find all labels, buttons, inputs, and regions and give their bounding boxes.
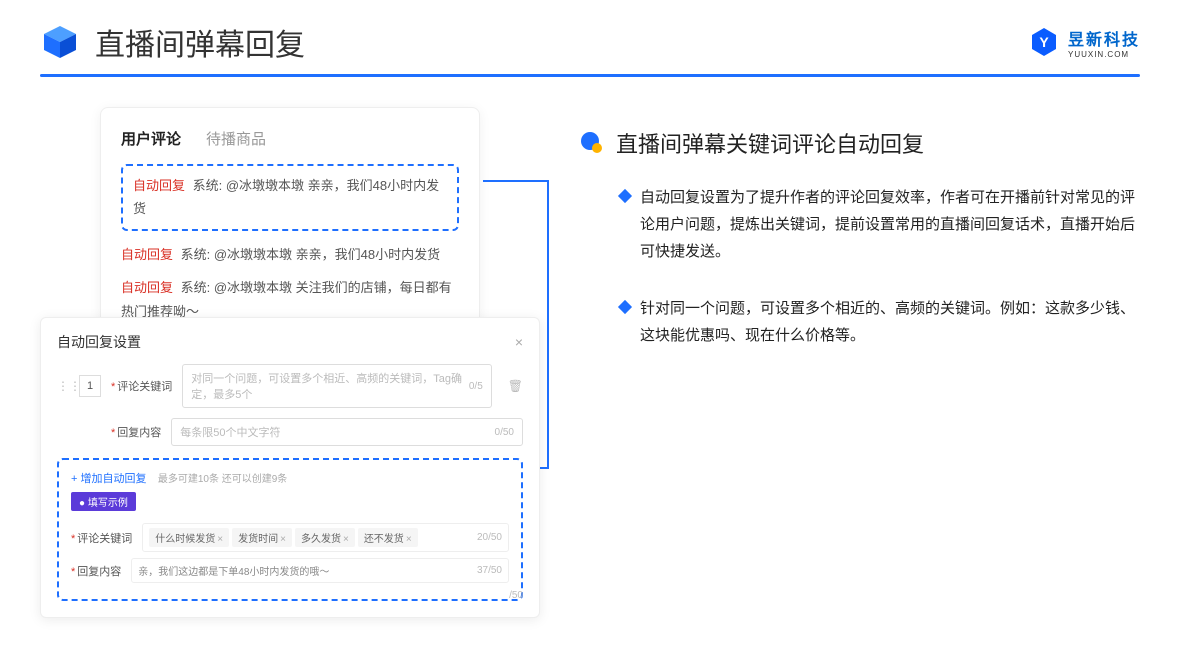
header-left: 直播间弹幕回复 — [40, 20, 305, 64]
auto-reply-badge: 自动回复 — [133, 178, 185, 193]
row-number: 1 — [79, 375, 101, 397]
add-row: + 增加自动回复 最多可建10条 还可以创建9条 — [71, 470, 509, 486]
comment-item: 自动回复 系统: @冰墩墩本墩 关注我们的店铺，每日都有热门推荐呦～ — [121, 276, 459, 323]
settings-title: 自动回复设置 — [57, 332, 141, 352]
drag-handle-icon[interactable]: ⋮⋮ — [57, 379, 69, 393]
ex-content-label: *回复内容 — [71, 563, 121, 579]
bullet-text: 自动回复设置为了提升作者的评论回复效率，作者可在开播前针对常见的评论用户问题，提… — [640, 184, 1140, 265]
tabs: 用户评论 待播商品 — [121, 128, 459, 149]
content-label: *回复内容 — [111, 424, 161, 440]
bullet-text: 针对同一个问题，可设置多个相近的、高频的关键词。例如：这款多少钱、这块能优惠吗、… — [640, 295, 1140, 349]
comment-item: 自动回复 系统: @冰墩墩本墩 亲亲，我们48小时内发货 — [121, 243, 459, 266]
tab-pending-products[interactable]: 待播商品 — [206, 128, 266, 149]
chat-dot-icon — [580, 131, 604, 155]
bullet-1: 自动回复设置为了提升作者的评论回复效率，作者可在开播前针对常见的评论用户问题，提… — [580, 184, 1140, 265]
auto-reply-badge: 自动回复 — [121, 280, 173, 295]
content-row: *回复内容 每条限50个中文字符 0/50 — [57, 418, 523, 446]
brand-logo-icon: Y — [1028, 26, 1060, 58]
comment-text: 系统: @冰墩墩本墩 亲亲，我们48小时内发货 — [181, 247, 441, 262]
keyword-label: *评论关键词 — [111, 378, 172, 394]
comment-item: 自动回复 系统: @冰墩墩本墩 亲亲，我们48小时内发货 — [133, 174, 447, 221]
auto-reply-badge: 自动回复 — [121, 247, 173, 262]
section-title: 直播间弹幕关键词评论自动回复 — [616, 127, 924, 159]
delete-icon[interactable]: 🗑 — [508, 379, 523, 393]
bullet-2: 针对同一个问题，可设置多个相近的、高频的关键词。例如：这款多少钱、这块能优惠吗、… — [580, 295, 1140, 349]
content-placeholder: 每条限50个中文字符 — [180, 424, 280, 440]
ex-keyword-input[interactable]: 什么时候发货×发货时间×多久发货×还不发货× 20/50 — [142, 523, 509, 552]
header: 直播间弹幕回复 Y 昱新科技 YUUXIN.COM — [0, 0, 1180, 74]
ex-kw-count: 20/50 — [477, 532, 502, 543]
add-auto-reply-link[interactable]: + 增加自动回复 — [71, 473, 146, 485]
content: 用户评论 待播商品 自动回复 系统: @冰墩墩本墩 亲亲，我们48小时内发货 自… — [0, 107, 1180, 379]
ex-content-count: 37/50 — [477, 565, 502, 576]
example-box: + 增加自动回复 最多可建10条 还可以创建9条 ● 填写示例 *评论关键词 什… — [57, 458, 523, 601]
add-sub-text: 最多可建10条 还可以创建9条 — [158, 474, 287, 485]
chips: 什么时候发货×发货时间×多久发货×还不发货× — [149, 528, 420, 547]
header-divider — [40, 74, 1140, 77]
settings-card: 自动回复设置 × ⋮⋮ 1 *评论关键词 对同一个问题，可设置多个相近、高频的关… — [40, 317, 540, 618]
diamond-icon — [618, 300, 632, 314]
chip[interactable]: 多久发货× — [295, 528, 355, 547]
left-column: 用户评论 待播商品 自动回复 系统: @冰墩墩本墩 亲亲，我们48小时内发货 自… — [40, 107, 530, 379]
content-count: 0/50 — [495, 427, 514, 438]
brand-logo: Y 昱新科技 YUUXIN.COM — [1028, 26, 1140, 59]
page-title: 直播间弹幕回复 — [95, 20, 305, 64]
brand-name: 昱新科技 — [1068, 26, 1140, 50]
ex-content-input[interactable]: 亲，我们这边都是下单48小时内发货的哦～ 37/50 — [131, 558, 509, 583]
svg-text:Y: Y — [1039, 34, 1049, 50]
keyword-row: ⋮⋮ 1 *评论关键词 对同一个问题，可设置多个相近、高频的关键词，Tag确定，… — [57, 364, 523, 408]
example-keyword-row: *评论关键词 什么时候发货×发货时间×多久发货×还不发货× 20/50 — [71, 523, 509, 552]
comments-card: 用户评论 待播商品 自动回复 系统: @冰墩墩本墩 亲亲，我们48小时内发货 自… — [100, 107, 480, 352]
content-input[interactable]: 每条限50个中文字符 0/50 — [171, 418, 523, 446]
example-tag: ● 填写示例 — [71, 492, 136, 511]
highlighted-comment: 自动回复 系统: @冰墩墩本墩 亲亲，我们48小时内发货 — [121, 164, 459, 231]
keyword-input[interactable]: 对同一个问题，可设置多个相近、高频的关键词，Tag确定，最多5个 0/5 — [182, 364, 491, 408]
tab-user-comments[interactable]: 用户评论 — [121, 128, 181, 149]
brand-sub: YUUXIN.COM — [1068, 50, 1140, 59]
outer-count: /50 — [509, 590, 523, 601]
keyword-count: 0/5 — [469, 381, 483, 392]
cube-icon — [40, 22, 80, 62]
close-icon[interactable]: × — [515, 334, 523, 350]
chip[interactable]: 发货时间× — [232, 528, 292, 547]
ex-content-text: 亲，我们这边都是下单48小时内发货的哦～ — [138, 563, 329, 578]
right-column: 直播间弹幕关键词评论自动回复 自动回复设置为了提升作者的评论回复效率，作者可在开… — [580, 107, 1140, 379]
example-content-row: *回复内容 亲，我们这边都是下单48小时内发货的哦～ 37/50 — [71, 558, 509, 583]
ex-keyword-label: *评论关键词 — [71, 530, 132, 546]
chip[interactable]: 还不发货× — [358, 528, 418, 547]
settings-title-row: 自动回复设置 × — [57, 332, 523, 352]
keyword-placeholder: 对同一个问题，可设置多个相近、高频的关键词，Tag确定，最多5个 — [191, 370, 469, 402]
diamond-icon — [618, 189, 632, 203]
chip[interactable]: 什么时候发货× — [149, 528, 229, 547]
section-head: 直播间弹幕关键词评论自动回复 — [580, 127, 1140, 159]
